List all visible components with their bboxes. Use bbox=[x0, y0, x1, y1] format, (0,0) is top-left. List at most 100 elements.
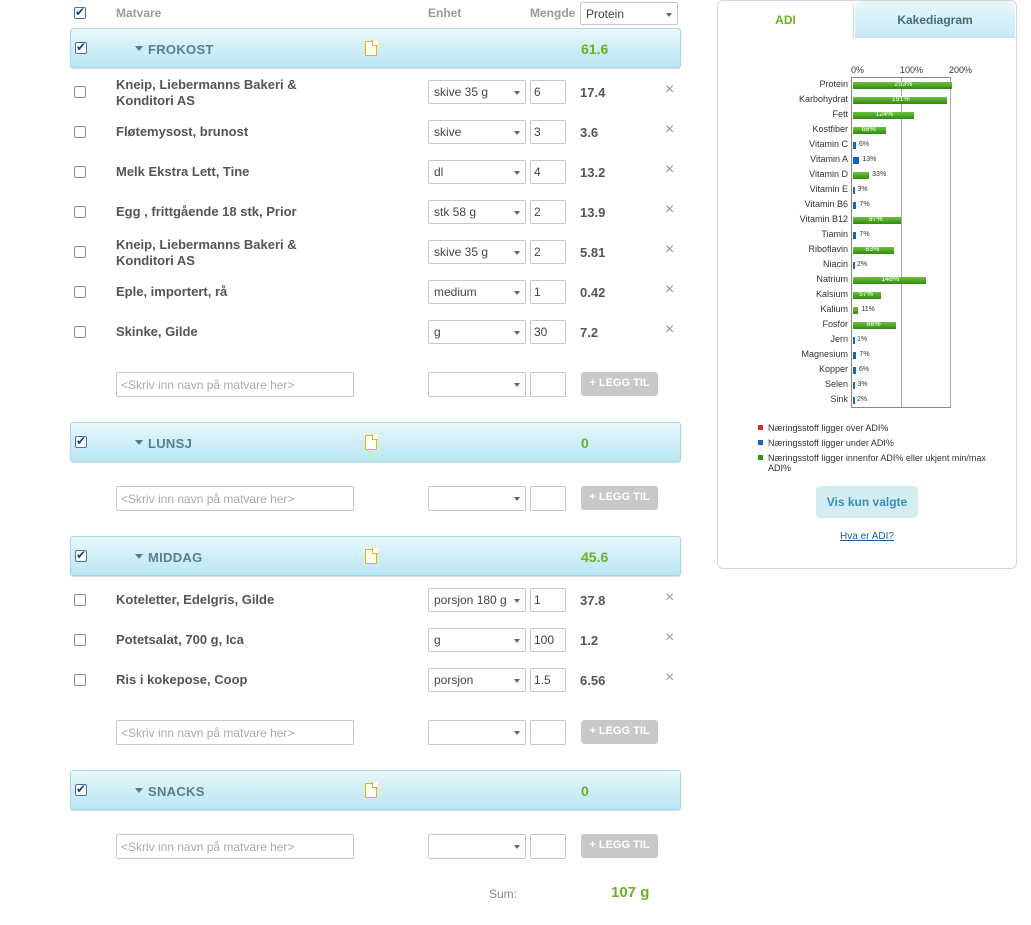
row-checkbox[interactable] bbox=[74, 206, 86, 218]
row-checkbox[interactable] bbox=[74, 594, 86, 606]
food-search-input[interactable]: <Skriv inn navn på matvare her> bbox=[116, 372, 354, 397]
nutrient-value: 6.56 bbox=[580, 673, 606, 688]
quantity-input[interactable]: 1 bbox=[530, 588, 566, 612]
unit-select[interactable]: skive 35 g bbox=[428, 80, 526, 104]
add-button[interactable]: + LEGG TIL bbox=[581, 486, 658, 510]
row-checkbox[interactable] bbox=[74, 86, 86, 98]
unit-select[interactable]: medium bbox=[428, 280, 526, 304]
tabs: ADI Kakediagram bbox=[718, 1, 1016, 39]
quantity-input[interactable]: 100 bbox=[530, 628, 566, 652]
food-search-input[interactable]: <Skriv inn navn på matvare her> bbox=[116, 486, 354, 511]
add-food-row: <Skriv inn navn på matvare her> + LEGG TI… bbox=[70, 486, 682, 516]
nutrient-value: 5.81 bbox=[580, 245, 606, 260]
show-selected-button[interactable]: Vis kun valgte bbox=[816, 486, 918, 518]
close-icon[interactable]: × bbox=[665, 589, 674, 607]
food-search-input[interactable]: <Skriv inn navn på matvare her> bbox=[116, 720, 354, 745]
document-icon[interactable] bbox=[365, 40, 378, 56]
adi-bar: 2% bbox=[853, 261, 867, 269]
collapse-caret-icon[interactable] bbox=[135, 46, 143, 51]
quantity-input[interactable] bbox=[530, 372, 566, 397]
close-icon[interactable]: × bbox=[665, 121, 674, 139]
row-checkbox[interactable] bbox=[74, 674, 86, 686]
document-icon[interactable] bbox=[365, 434, 378, 450]
quantity-input[interactable]: 30 bbox=[530, 320, 566, 344]
bar-value-label: 83% bbox=[865, 246, 880, 253]
quantity-input[interactable]: 3 bbox=[530, 120, 566, 144]
unit-select[interactable]: g bbox=[428, 320, 526, 344]
close-icon[interactable]: × bbox=[665, 81, 674, 99]
quantity-input[interactable]: 4 bbox=[530, 160, 566, 184]
document-icon[interactable] bbox=[365, 782, 378, 798]
close-icon[interactable]: × bbox=[665, 281, 674, 299]
row-checkbox[interactable] bbox=[74, 634, 86, 646]
document-icon[interactable] bbox=[365, 548, 378, 564]
unit-select[interactable] bbox=[428, 372, 526, 397]
what-is-adi-link[interactable]: Hva er ADI? bbox=[718, 531, 1016, 542]
select-all-checkbox[interactable] bbox=[74, 7, 86, 19]
food-row: Skinke, Gilde g 30 7.2 × bbox=[70, 312, 682, 352]
legend-swatch bbox=[758, 455, 763, 460]
tab-adi[interactable]: ADI bbox=[718, 1, 854, 38]
close-icon[interactable]: × bbox=[665, 669, 674, 687]
row-checkbox[interactable] bbox=[74, 286, 86, 298]
category-label: Niacin bbox=[822, 259, 848, 269]
add-button[interactable]: + LEGG TIL bbox=[581, 372, 658, 396]
collapse-caret-icon[interactable] bbox=[135, 440, 143, 445]
quantity-input[interactable]: 2 bbox=[530, 240, 566, 264]
add-button[interactable]: + LEGG TIL bbox=[581, 720, 658, 744]
close-icon[interactable]: × bbox=[665, 629, 674, 647]
close-icon[interactable]: × bbox=[665, 161, 674, 179]
quantity-input[interactable] bbox=[530, 720, 566, 745]
quantity-input[interactable]: 2 bbox=[530, 200, 566, 224]
row-checkbox[interactable] bbox=[74, 246, 86, 258]
unit-select[interactable] bbox=[428, 720, 526, 745]
unit-select[interactable] bbox=[428, 834, 526, 859]
quantity-input[interactable] bbox=[530, 486, 566, 511]
quantity-input[interactable]: 6 bbox=[530, 80, 566, 104]
unit-select[interactable]: skive 35 g bbox=[428, 240, 526, 264]
food-name: Melk Ekstra Lett, Tine bbox=[116, 164, 250, 179]
collapse-caret-icon[interactable] bbox=[135, 788, 143, 793]
legend-label: Næringsstoff ligger innenfor ADI% eller … bbox=[768, 453, 986, 473]
close-icon[interactable]: × bbox=[665, 321, 674, 339]
meal-checkbox[interactable] bbox=[75, 784, 87, 796]
row-checkbox[interactable] bbox=[74, 326, 86, 338]
bar-value-label: 3% bbox=[857, 381, 868, 388]
nutrient-select[interactable]: Protein bbox=[580, 2, 678, 25]
bar-value-label: 7% bbox=[859, 201, 870, 208]
close-icon[interactable]: × bbox=[665, 201, 674, 219]
quantity-input[interactable]: 1 bbox=[530, 280, 566, 304]
adi-bar: 3% bbox=[853, 186, 868, 194]
row-checkbox[interactable] bbox=[74, 126, 86, 138]
chevron-down-icon bbox=[514, 331, 520, 335]
chevron-down-icon bbox=[514, 679, 520, 683]
unit-select[interactable]: porsjon bbox=[428, 668, 526, 692]
unit-select[interactable]: porsjon 180 g bbox=[428, 588, 526, 612]
food-name: Fløtemysost, brunost bbox=[116, 124, 249, 139]
meal-total: 45.6 bbox=[581, 549, 609, 565]
food-search-input[interactable]: <Skriv inn navn på matvare her> bbox=[116, 834, 354, 859]
tab-kakediagram[interactable]: Kakediagram bbox=[855, 1, 1015, 38]
legend-label: Næringsstoff ligger over ADI% bbox=[768, 423, 889, 433]
close-icon[interactable]: × bbox=[665, 241, 674, 259]
quantity-input[interactable]: 1.5 bbox=[530, 668, 566, 692]
food-name: Eple, importert, rå bbox=[116, 284, 228, 299]
unit-select[interactable]: g bbox=[428, 628, 526, 652]
meal-checkbox[interactable] bbox=[75, 550, 87, 562]
collapse-caret-icon[interactable] bbox=[135, 554, 143, 559]
nutrient-value: 37.8 bbox=[580, 593, 606, 608]
plot-area: 253% 191% 124% 68% 6% 13% 33% 3% 7% 97% 7% 83% 2% 148… bbox=[851, 77, 952, 408]
meal-checkbox[interactable] bbox=[75, 436, 87, 448]
category-label: Tiamin bbox=[821, 229, 848, 239]
unit-select[interactable]: skive bbox=[428, 120, 526, 144]
adi-bar: 11% bbox=[853, 306, 875, 314]
unit-select[interactable]: dl bbox=[428, 160, 526, 184]
category-label: Vitamin A bbox=[810, 154, 848, 164]
adi-bar: 124% bbox=[853, 111, 914, 119]
row-checkbox[interactable] bbox=[74, 166, 86, 178]
unit-select[interactable] bbox=[428, 486, 526, 511]
meal-checkbox[interactable] bbox=[75, 42, 87, 54]
quantity-input[interactable] bbox=[530, 834, 566, 859]
unit-select[interactable]: stk 58 g bbox=[428, 200, 526, 224]
add-button[interactable]: + LEGG TIL bbox=[581, 834, 658, 858]
